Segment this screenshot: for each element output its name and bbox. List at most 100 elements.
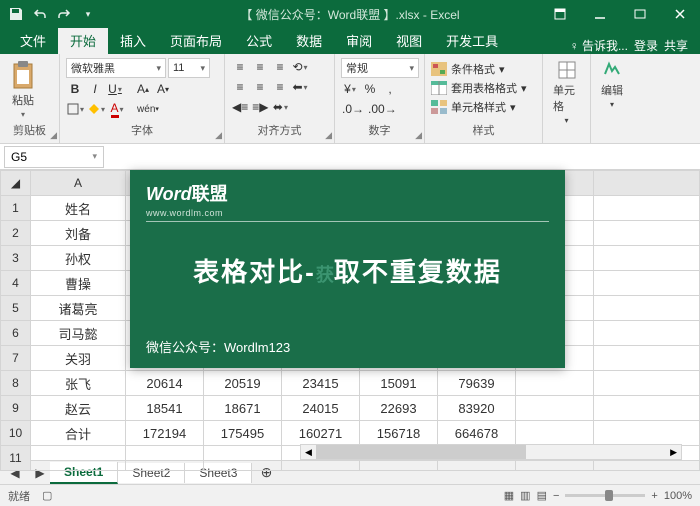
cell[interactable]: 合计: [31, 421, 126, 446]
cell[interactable]: 曹操: [31, 271, 126, 296]
increase-indent-icon[interactable]: ≡▶: [251, 98, 269, 116]
view-pagebreak-icon[interactable]: ▤: [537, 489, 547, 502]
increase-decimal-icon[interactable]: .0→: [341, 100, 365, 118]
cell[interactable]: 诸葛亮: [31, 296, 126, 321]
row-header[interactable]: 5: [1, 296, 31, 321]
conditional-format-button[interactable]: 条件格式 ▾: [431, 60, 536, 78]
comma-format-icon[interactable]: ,: [381, 80, 399, 98]
minimize-icon[interactable]: [580, 0, 620, 28]
tab-formulas[interactable]: 公式: [234, 27, 284, 54]
align-center-icon[interactable]: ≡: [251, 78, 269, 96]
merge-button[interactable]: ⬌: [271, 98, 289, 116]
col-header[interactable]: A: [31, 171, 126, 196]
font-color-button[interactable]: A: [108, 100, 126, 118]
close-icon[interactable]: [660, 0, 700, 28]
cell[interactable]: 18671: [204, 396, 282, 421]
scroll-thumb[interactable]: [316, 445, 526, 459]
tab-home[interactable]: 开始: [58, 27, 108, 54]
align-middle-icon[interactable]: ≡: [251, 58, 269, 76]
cell[interactable]: 关羽: [31, 346, 126, 371]
tell-me[interactable]: ♀ 告诉我...: [570, 37, 628, 54]
underline-button[interactable]: U: [106, 80, 124, 98]
row-header[interactable]: 2: [1, 221, 31, 246]
cells-button[interactable]: 单元格▾: [549, 58, 584, 127]
italic-button[interactable]: I: [86, 80, 104, 98]
cell[interactable]: 172194: [126, 421, 204, 446]
cell[interactable]: 156718: [360, 421, 438, 446]
align-bottom-icon[interactable]: ≡: [271, 58, 289, 76]
select-all-corner[interactable]: ◢: [1, 171, 31, 196]
row-header[interactable]: 9: [1, 396, 31, 421]
cell[interactable]: 20519: [204, 371, 282, 396]
cell[interactable]: 160271: [282, 421, 360, 446]
cell[interactable]: 孙权: [31, 246, 126, 271]
redo-icon[interactable]: [54, 4, 74, 24]
cell-styles-button[interactable]: 单元格样式 ▾: [431, 98, 536, 116]
increase-font-icon[interactable]: A▴: [134, 80, 152, 98]
dialog-launcher-icon[interactable]: ◢: [325, 130, 332, 141]
decrease-decimal-icon[interactable]: .00→: [367, 100, 398, 118]
cell[interactable]: 175495: [204, 421, 282, 446]
view-layout-icon[interactable]: ▥: [520, 489, 530, 502]
cell[interactable]: 姓名: [31, 196, 126, 221]
font-size-combo[interactable]: 11▾: [168, 58, 210, 78]
row-header[interactable]: 7: [1, 346, 31, 371]
font-name-combo[interactable]: 微软雅黑▾: [66, 58, 166, 78]
row-header[interactable]: 10: [1, 421, 31, 446]
col-header[interactable]: [594, 171, 700, 196]
cell[interactable]: 20614: [126, 371, 204, 396]
login-link[interactable]: 登录: [634, 37, 658, 54]
align-top-icon[interactable]: ≡: [231, 58, 249, 76]
tab-developer[interactable]: 开发工具: [434, 27, 510, 54]
macro-record-icon[interactable]: ▢: [42, 489, 52, 502]
cell[interactable]: 司马懿: [31, 321, 126, 346]
row-header[interactable]: 3: [1, 246, 31, 271]
cell[interactable]: 刘备: [31, 221, 126, 246]
border-button[interactable]: [66, 100, 85, 118]
paste-button[interactable]: 粘贴 ▾: [6, 58, 40, 121]
format-table-button[interactable]: 套用表格格式 ▾: [431, 79, 536, 97]
worksheet-grid[interactable]: ◢ A H 1姓名1 2刘备 3孙权 4曹操 5诸葛亮2 6司马懿 7关羽 8张…: [0, 170, 700, 460]
view-normal-icon[interactable]: ▦: [504, 489, 514, 502]
number-format-combo[interactable]: 常规▾: [341, 58, 419, 78]
orientation-icon[interactable]: ⟲: [291, 58, 309, 76]
scroll-right-icon[interactable]: ▶: [666, 447, 681, 458]
undo-icon[interactable]: [30, 4, 50, 24]
cell[interactable]: 张飞: [31, 371, 126, 396]
cell[interactable]: 赵云: [31, 396, 126, 421]
scroll-left-icon[interactable]: ◀: [301, 447, 316, 458]
tab-view[interactable]: 视图: [384, 27, 434, 54]
row-header[interactable]: 8: [1, 371, 31, 396]
maximize-icon[interactable]: [620, 0, 660, 28]
cell[interactable]: 79639: [438, 371, 516, 396]
save-icon[interactable]: [6, 4, 26, 24]
dialog-launcher-icon[interactable]: ◢: [50, 130, 57, 141]
editing-button[interactable]: 编辑▾: [597, 58, 627, 111]
qat-dropdown-icon[interactable]: ▾: [78, 4, 98, 24]
tab-layout[interactable]: 页面布局: [158, 27, 234, 54]
align-left-icon[interactable]: ≡: [231, 78, 249, 96]
tab-review[interactable]: 审阅: [334, 27, 384, 54]
tab-data[interactable]: 数据: [284, 27, 334, 54]
phonetic-button[interactable]: wén▾: [136, 100, 160, 118]
fill-color-button[interactable]: [87, 100, 106, 118]
percent-format-icon[interactable]: %: [361, 80, 379, 98]
cell[interactable]: 83920: [438, 396, 516, 421]
bold-button[interactable]: B: [66, 80, 84, 98]
dialog-launcher-icon[interactable]: ◢: [215, 130, 222, 141]
row-header[interactable]: 4: [1, 271, 31, 296]
share-button[interactable]: 共享: [664, 37, 688, 54]
decrease-indent-icon[interactable]: ◀≡: [231, 98, 249, 116]
cell[interactable]: 24015: [282, 396, 360, 421]
wrap-text-icon[interactable]: ⬅: [291, 78, 309, 96]
cell[interactable]: 15091: [360, 371, 438, 396]
tab-file[interactable]: 文件: [8, 27, 58, 54]
tab-insert[interactable]: 插入: [108, 27, 158, 54]
name-box[interactable]: G5▾: [4, 146, 104, 168]
ribbon-display-icon[interactable]: [540, 0, 580, 28]
dialog-launcher-icon[interactable]: ◢: [415, 130, 422, 141]
cell[interactable]: 664678: [438, 421, 516, 446]
align-right-icon[interactable]: ≡: [271, 78, 289, 96]
row-header[interactable]: 1: [1, 196, 31, 221]
decrease-font-icon[interactable]: A▾: [154, 80, 172, 98]
